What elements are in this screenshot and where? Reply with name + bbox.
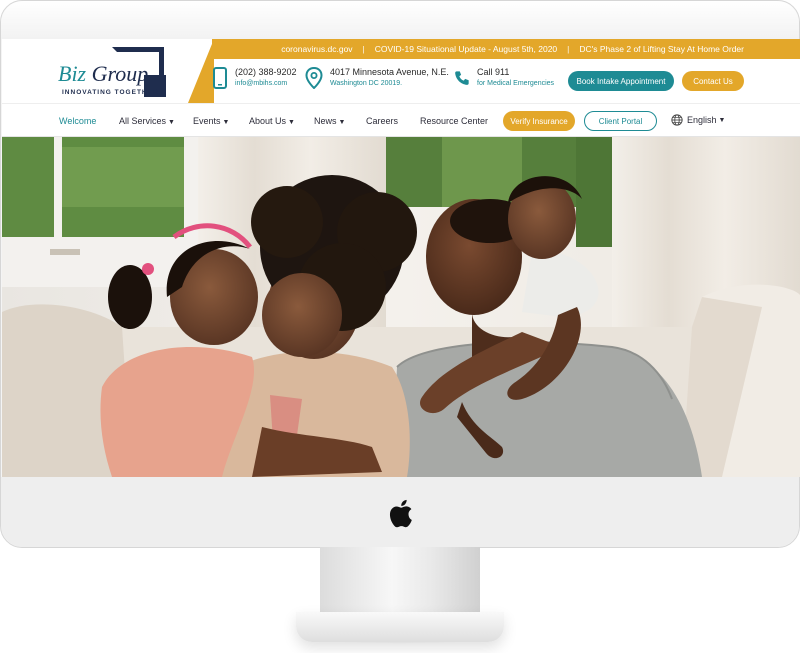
logo-biz-text: Biz bbox=[58, 61, 87, 86]
nav-item-news[interactable]: News ▼ bbox=[314, 116, 345, 126]
verify-insurance-button[interactable]: Verify Insurance bbox=[503, 111, 575, 131]
logo-wordmark: Biz Group bbox=[58, 61, 148, 87]
nav-item-events[interactable]: Events ▼ bbox=[193, 116, 229, 126]
announcement-link-phase-2[interactable]: DC's Phase 2 of Lifting Stay At Home Ord… bbox=[579, 44, 744, 54]
nav-item-careers[interactable]: Careers bbox=[366, 116, 398, 126]
monitor-frame: Biz Group INNOVATING TOGETHER coronaviru… bbox=[0, 0, 800, 548]
announcement-link-situational-update[interactable]: COVID-19 Situational Update - August 5th… bbox=[375, 44, 557, 54]
location-pin-icon bbox=[305, 67, 323, 89]
nav-item-label: All Services bbox=[119, 116, 167, 126]
contact-emergency-note: for Medical Emergencies bbox=[477, 80, 555, 87]
separator: | bbox=[362, 44, 365, 54]
nav-item-welcome[interactable]: Welcome bbox=[59, 116, 96, 126]
contact-phone-number: (202) 388-9202 bbox=[235, 67, 297, 77]
nav-item-label: Events bbox=[193, 116, 221, 126]
globe-icon bbox=[671, 114, 683, 126]
contact-us-button[interactable]: Contact Us bbox=[682, 71, 744, 91]
hero-illustration bbox=[2, 137, 800, 477]
nav-item-label: News bbox=[314, 116, 337, 126]
monitor-stand-base bbox=[296, 612, 504, 642]
website-screen: Biz Group INNOVATING TOGETHER coronaviru… bbox=[2, 39, 800, 477]
caret-down-icon: ▼ bbox=[168, 119, 175, 126]
topbar-slant bbox=[188, 39, 214, 103]
logo-tagline: INNOVATING TOGETHER bbox=[62, 89, 159, 96]
contact-city-line: Washington DC 20019. bbox=[330, 80, 403, 87]
monitor-bezel bbox=[1, 1, 799, 39]
nav-item-all-services[interactable]: All Services ▼ bbox=[119, 116, 175, 126]
nav-item-about-us[interactable]: About Us ▼ bbox=[249, 116, 295, 126]
client-portal-button[interactable]: Client Portal bbox=[584, 111, 657, 131]
hero-family-photo bbox=[2, 137, 800, 477]
caret-down-icon: ▼ bbox=[718, 116, 726, 124]
nav-item-label: Careers bbox=[366, 116, 399, 126]
language-label: English bbox=[687, 115, 717, 125]
site-logo[interactable]: Biz Group INNOVATING TOGETHER bbox=[54, 47, 174, 99]
contact-address-line: 4017 Minnesota Avenue, N.E. bbox=[330, 67, 449, 77]
contact-emergency[interactable]: Call 911 for Medical Emergencies bbox=[454, 67, 554, 89]
contact-email[interactable]: info@mbihs.com bbox=[235, 78, 297, 89]
nav-item-label: Resource Center bbox=[420, 116, 489, 126]
site-header: Biz Group INNOVATING TOGETHER coronaviru… bbox=[2, 39, 800, 103]
contact-emergency-call: Call 911 bbox=[477, 67, 510, 77]
caret-down-icon: ▼ bbox=[288, 119, 295, 126]
nav-item-label: About Us bbox=[249, 116, 287, 126]
contact-address[interactable]: 4017 Minnesota Avenue, N.E. Washington D… bbox=[305, 67, 449, 89]
language-selector[interactable]: English ▼ bbox=[671, 114, 725, 126]
separator: | bbox=[567, 44, 570, 54]
apple-logo-icon bbox=[389, 499, 412, 528]
contact-phone[interactable]: (202) 388-9202 info@mbihs.com bbox=[212, 67, 297, 89]
announcement-bar: coronavirus.dc.gov | COVID-19 Situationa… bbox=[212, 39, 800, 59]
caret-down-icon: ▼ bbox=[222, 119, 230, 126]
announcement-link-covid-site[interactable]: coronavirus.dc.gov bbox=[281, 44, 352, 54]
logo-group-text: Group bbox=[91, 61, 149, 86]
phone-handset-icon bbox=[455, 71, 469, 85]
phone-icon bbox=[213, 67, 227, 89]
nav-item-label: Welcome bbox=[59, 116, 97, 126]
monitor-stand-neck bbox=[320, 547, 480, 617]
nav-item-resource-center[interactable]: Resource Center bbox=[420, 116, 488, 126]
main-nav: Welcome All Services ▼ Events ▼ About Us ▼ … bbox=[2, 103, 800, 137]
book-intake-appointment-button[interactable]: Book Intake Appointment bbox=[568, 71, 674, 91]
caret-down-icon: ▼ bbox=[338, 119, 346, 126]
